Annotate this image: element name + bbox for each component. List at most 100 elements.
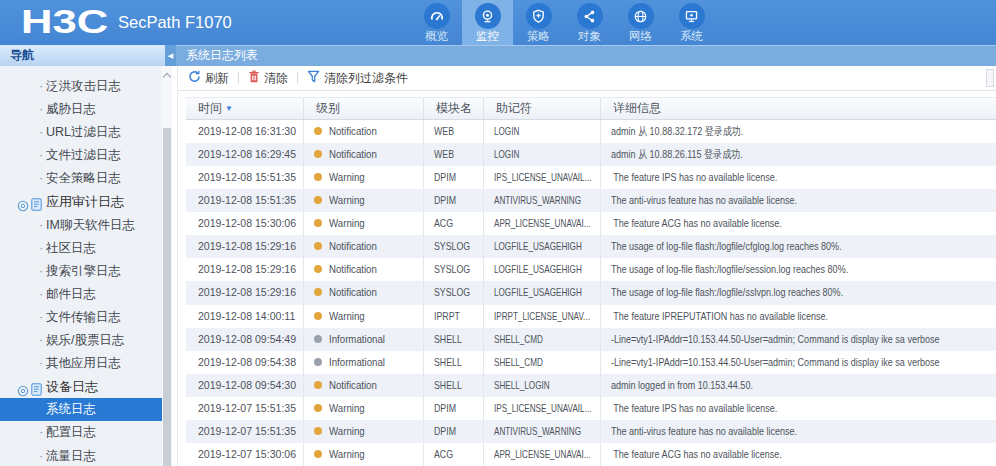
cell-mnemonic: SHELL_LOGIN — [483, 374, 600, 397]
cell-mnemonic: ANTIVIRUS_WARNING — [483, 189, 600, 212]
scrollbar-thumb[interactable] — [163, 128, 171, 466]
nav-item-gauge[interactable]: 概览 — [411, 0, 462, 45]
level-dot-icon — [314, 242, 322, 250]
col-module[interactable]: 模块名 — [423, 98, 483, 119]
refresh-icon — [188, 70, 201, 86]
share-icon — [577, 3, 603, 29]
table-row[interactable]: 2019-12-08 16:31:30NotificationWEBLOGINa… — [186, 120, 996, 143]
table-row[interactable]: 2019-12-08 15:51:35WarningDPIMIPS_LICENS… — [186, 166, 996, 189]
table-row[interactable]: 2019-12-08 15:29:16NotificationSYSLOGLOG… — [186, 235, 996, 258]
gauge-icon — [424, 3, 450, 29]
sidebar-item[interactable]: ·配置日志 — [0, 421, 162, 444]
table-body: 2019-12-08 16:31:30 Notification WEBLOGINa… — [186, 120, 996, 466]
level-dot-icon — [314, 150, 322, 158]
col-time[interactable]: 时间▼ — [186, 98, 303, 119]
level-dot-icon — [314, 265, 322, 273]
cell-mnemonic: IPS_LICENSE_UNAVAIL... — [483, 166, 600, 189]
sidebar-item[interactable]: ·URL过滤日志 — [0, 121, 162, 144]
col-detail[interactable]: 详细信息 — [600, 98, 996, 119]
cell-time: 2019-12-08 15:30:06 — [186, 212, 303, 235]
level-dot-icon — [314, 288, 322, 296]
cell-detail: admin 从 10.88.32.172 登录成功. — [600, 120, 996, 143]
sidebar-item[interactable]: ·威胁日志 — [0, 98, 162, 121]
level-dot-icon — [314, 196, 322, 204]
cell-mnemonic: LOGIN — [483, 120, 600, 143]
cell-mnemonic: LOGFILE_USAGEHIGH — [483, 235, 600, 258]
sidebar-item[interactable]: ·流量日志 — [0, 445, 162, 466]
table-row[interactable]: 2019-12-08 15:51:35WarningDPIMANTIVIRUS_… — [186, 189, 996, 212]
sidebar-item[interactable]: 应用审计日志 — [0, 190, 162, 213]
table-row[interactable]: 2019-12-08 15:29:16NotificationSYSLOGLOG… — [186, 281, 996, 304]
table-row[interactable]: 2019-12-07 15:30:06WarningACGAPR_LICENSE… — [186, 443, 996, 466]
h3c-logo: H3C — [21, 3, 108, 41]
nav-item-monitor[interactable]: 监控 — [462, 0, 513, 45]
cell-time: 2019-12-08 09:54:49 — [186, 328, 303, 351]
nav-item-shield[interactable]: 策略 — [513, 0, 564, 45]
table-header: 时间▼ 级别 模块名 助记符 详细信息 — [186, 97, 996, 120]
nav-item-system[interactable]: 系统 — [666, 0, 717, 45]
sidebar-item[interactable]: ·娱乐/股票日志 — [0, 329, 162, 352]
main-panel: 刷新 清除 清除列过滤条件 时间▼ 级别 模块名 助记符 详细信息 2019-1… — [178, 66, 996, 466]
sidebar-item[interactable]: ·安全策略日志 — [0, 167, 162, 190]
sidebar-item[interactable]: ·泛洪攻击日志 — [0, 75, 162, 98]
sort-desc-icon[interactable]: ▼ — [225, 104, 233, 113]
cell-time: 2019-12-08 16:31:30 — [186, 120, 303, 143]
table-row[interactable]: 2019-12-08 09:54:38InformationalSHELLSHE… — [186, 351, 996, 374]
cell-module: SYSLOG — [423, 281, 483, 304]
sidebar-item[interactable]: ·邮件日志 — [0, 283, 162, 306]
table-row[interactable]: 2019-12-08 09:54:30NotificationSHELLSHEL… — [186, 374, 996, 397]
clear-filters-button[interactable]: 清除列过滤条件 — [307, 70, 408, 87]
table-row[interactable]: 2019-12-08 16:29:45NotificationWEBLOGINa… — [186, 143, 996, 166]
cell-module: SYSLOG — [423, 258, 483, 281]
cell-module: DPIM — [423, 420, 483, 443]
system-icon — [679, 3, 705, 29]
scroll-up-arrow-icon[interactable] — [163, 73, 171, 81]
table-row[interactable]: 2019-12-07 15:51:35WarningDPIMIPS_LICENS… — [186, 397, 996, 420]
level-dot-icon — [314, 427, 322, 435]
sidebar-header: 导航 — [0, 45, 165, 66]
sidebar-collapse-handle[interactable]: ◀ — [165, 45, 176, 66]
toolbar: 刷新 清除 清除列过滤条件 — [178, 66, 996, 91]
table-row[interactable]: 2019-12-07 15:51:35WarningDPIMANTIVIRUS_… — [186, 420, 996, 443]
sidebar-item[interactable]: ·其他应用日志 — [0, 352, 162, 375]
table-row[interactable]: 2019-12-08 15:30:06WarningACGAPR_LICENSE… — [186, 212, 996, 235]
sidebar-item[interactable]: 设备日志 — [0, 375, 162, 398]
toolbar-corner-box[interactable] — [986, 69, 994, 87]
sidebar-item[interactable]: ·文件传输日志 — [0, 306, 162, 329]
level-dot-icon — [314, 312, 322, 320]
clear-button[interactable]: 清除 — [248, 70, 288, 87]
sidebar-item[interactable]: ·搜索引擎日志 — [0, 260, 162, 283]
cell-time: 2019-12-08 16:29:45 — [186, 143, 303, 166]
table-row[interactable]: 2019-12-08 14:00:11WarningIPRPTIPRPT_LIC… — [186, 305, 996, 328]
cell-module: WEB — [423, 120, 483, 143]
sidebar-item[interactable]: ·IM聊天软件日志 — [0, 214, 162, 237]
cell-detail: -Line=vty1-IPAddr=10.153.44.50-User=admi… — [600, 351, 996, 374]
cell-detail: The usage of log-file flash:/logfile/ses… — [600, 258, 996, 281]
cell-detail: The anti-virus feature has no available … — [600, 189, 996, 212]
cell-level: Notification — [303, 374, 423, 397]
cell-level: Notification — [303, 235, 423, 258]
level-dot-icon — [314, 381, 322, 389]
sidebar-scrollbar[interactable] — [162, 66, 172, 466]
sidebar-item[interactable]: ·社区日志 — [0, 237, 162, 260]
cell-mnemonic: LOGFILE_USAGEHIGH — [483, 258, 600, 281]
col-mnemonic[interactable]: 助记符 — [483, 98, 600, 119]
nav-item-globe[interactable]: 网络 — [615, 0, 666, 45]
sidebar-item[interactable]: ·文件过滤日志 — [0, 144, 162, 167]
cell-level: Warning — [303, 397, 423, 420]
table-row[interactable]: 2019-12-08 09:54:49InformationalSHELLSHE… — [186, 328, 996, 351]
tab-system-log-list[interactable]: 系统日志列表 — [176, 45, 996, 66]
funnel-icon — [307, 70, 320, 86]
refresh-button[interactable]: 刷新 — [188, 70, 229, 87]
cell-detail: The feature ACG has no available license… — [600, 212, 996, 235]
level-dot-icon — [314, 450, 322, 458]
col-level[interactable]: 级别 — [303, 98, 423, 119]
sidebar-item[interactable]: ·系统日志 — [0, 398, 162, 421]
cell-mnemonic: APR_LICENSE_UNAVAI... — [483, 443, 600, 466]
nav-item-share[interactable]: 对象 — [564, 0, 615, 45]
cell-module: ACG — [423, 443, 483, 466]
cell-time: 2019-12-08 09:54:30 — [186, 374, 303, 397]
cell-level: Informational — [303, 351, 423, 374]
cell-time: 2019-12-08 15:51:35 — [186, 189, 303, 212]
table-row[interactable]: 2019-12-08 15:29:16NotificationSYSLOGLOG… — [186, 258, 996, 281]
